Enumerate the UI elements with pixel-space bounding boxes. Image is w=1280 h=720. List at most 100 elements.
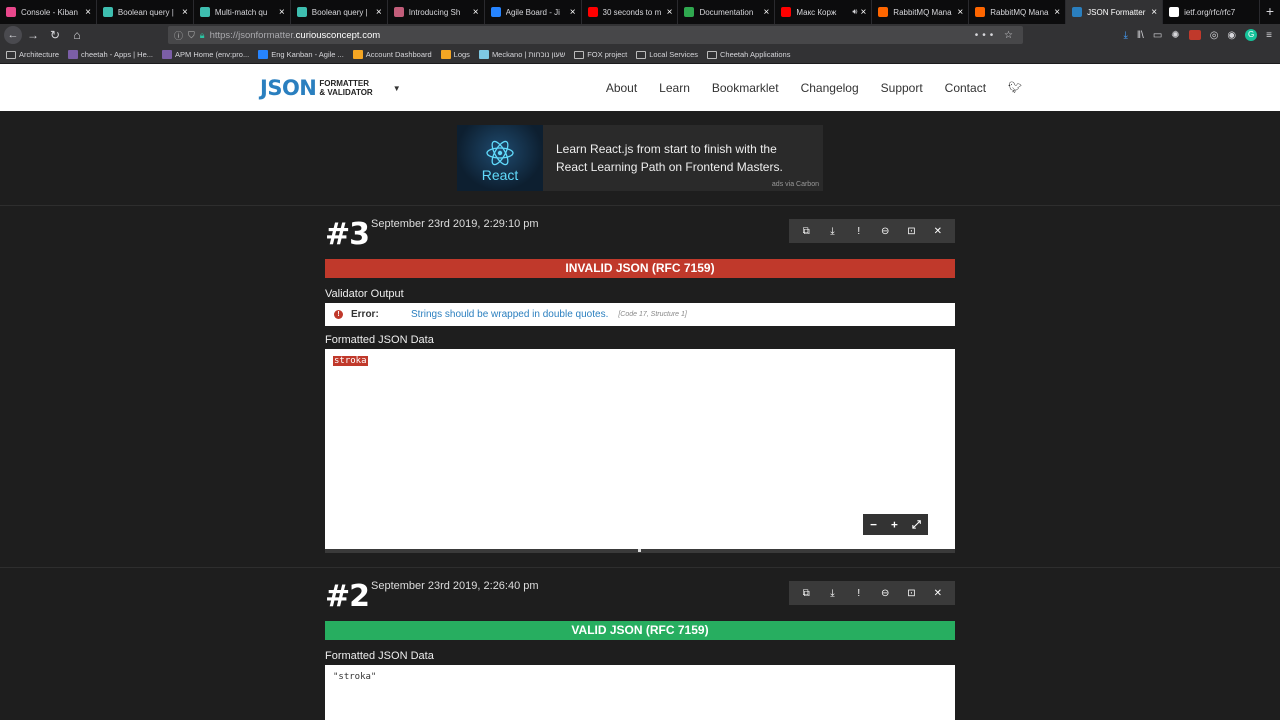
account-icon[interactable]: ◉ xyxy=(1227,30,1236,41)
favicon-icon xyxy=(684,7,695,17)
close-tab-icon[interactable]: × xyxy=(1151,7,1157,18)
close-tab-icon[interactable]: × xyxy=(85,7,91,18)
extension-badge-icon[interactable] xyxy=(1188,30,1201,40)
zoom-out-icon[interactable]: − xyxy=(870,518,877,531)
browser-tab[interactable]: Макс Корж 🔊︎ × xyxy=(775,0,873,24)
zoom-in-icon[interactable]: + xyxy=(891,518,898,531)
extension-icon[interactable]: ✺ xyxy=(1171,30,1179,41)
bookmark-item[interactable]: Architecture xyxy=(6,50,59,59)
bookmark-item[interactable]: Account Dashboard xyxy=(352,50,432,59)
close-icon[interactable]: ✕ xyxy=(929,226,947,237)
download-icon[interactable]: ⤓ xyxy=(1124,30,1128,41)
tab-label: RabbitMQ Mana xyxy=(990,7,1049,17)
speaker-icon[interactable]: 🔊︎ xyxy=(852,7,857,17)
resize-handle[interactable] xyxy=(325,549,955,553)
home-button[interactable]: ⌂ xyxy=(66,28,88,42)
browser-tab[interactable]: RabbitMQ Mana × xyxy=(872,0,970,24)
close-tab-icon[interactable]: × xyxy=(667,7,673,18)
close-tab-icon[interactable]: × xyxy=(764,7,770,18)
entry-date: September 23rd 2019, 2:26:40 pm xyxy=(371,580,539,592)
alert-icon[interactable]: ! xyxy=(850,588,868,599)
bookmark-item[interactable]: Meckano | שעון נוכחות xyxy=(478,50,565,59)
copy-icon[interactable]: ⧉ xyxy=(797,226,815,237)
nav-changelog[interactable]: Changelog xyxy=(801,81,859,95)
close-tab-icon[interactable]: × xyxy=(473,7,479,18)
nav-about[interactable]: About xyxy=(606,81,637,95)
browser-tab[interactable]: ietf.org/rfc/rfc7 xyxy=(1163,0,1260,24)
extension-mask-icon[interactable]: ◎ xyxy=(1210,30,1219,41)
browser-tab[interactable]: Agile Board - Ji × xyxy=(485,0,582,24)
site-logo[interactable]: JSON FORMATTER & VALIDATOR ▼ xyxy=(260,76,401,100)
close-tab-icon[interactable]: × xyxy=(1054,7,1060,18)
browser-tab[interactable]: Boolean query | × xyxy=(97,0,194,24)
bookmark-label: Architecture xyxy=(19,50,60,59)
grammarly-icon[interactable]: G xyxy=(1245,29,1258,41)
bookmark-item[interactable]: Local Services xyxy=(636,50,698,59)
bookmark-favicon-icon xyxy=(162,50,173,59)
url-bar[interactable]: ⓘ ⛉ 🔒︎ https://jsonformatter. curiousconc… xyxy=(168,26,1023,44)
favicon-icon xyxy=(199,7,210,17)
close-tab-icon[interactable]: × xyxy=(182,7,188,18)
nav-learn[interactable]: Learn xyxy=(659,81,690,95)
alert-icon[interactable]: ! xyxy=(850,226,868,237)
carbon-ad[interactable]: React Learn React.js from start to finis… xyxy=(457,125,823,191)
folder-icon xyxy=(636,50,647,59)
url-domain: curiousconcept.com xyxy=(295,29,381,41)
browser-tab[interactable]: RabbitMQ Mana × xyxy=(969,0,1067,24)
download-icon[interactable]: ⤓ xyxy=(823,226,841,237)
tab-label: Agile Board - Ji xyxy=(505,7,560,17)
bookmark-item[interactable]: Logs xyxy=(440,50,470,59)
formatted-json-editor[interactable]: "stroka" xyxy=(325,665,955,720)
chevron-down-icon[interactable]: ▼ xyxy=(393,84,401,93)
fullscreen-icon[interactable]: ⤢ xyxy=(912,518,921,532)
menu-icon[interactable]: ≡ xyxy=(1266,30,1272,41)
new-tab-button[interactable]: + xyxy=(1260,0,1280,24)
react-atom-icon xyxy=(486,140,514,166)
bookmark-item[interactable]: Eng Kanban - Agile ... xyxy=(258,50,344,59)
ad-text[interactable]: Learn React.js from start to finish with… xyxy=(556,140,806,176)
folder-icon xyxy=(6,50,16,59)
browser-tab[interactable]: Multi-match qu × xyxy=(194,0,291,24)
collapse-icon[interactable]: ⊖ xyxy=(876,588,894,599)
expand-icon[interactable]: ⊡ xyxy=(902,226,920,237)
formatted-json-label: Formatted JSON Data xyxy=(325,334,434,346)
bookmark-favicon-icon xyxy=(68,50,79,59)
toolbar-icons: ⤓ ‖\ ▭ ✺ ◎ ◉ G ≡ xyxy=(1124,24,1272,46)
sidebar-icon[interactable]: ▭ xyxy=(1153,30,1162,41)
browser-tab[interactable]: Boolean query | × xyxy=(291,0,388,24)
bookmarks-bar: Architecture cheetah - Apps | He... APM Ho… xyxy=(0,46,1280,64)
library-icon[interactable]: ‖\ xyxy=(1137,30,1144,41)
nav-bookmarklet[interactable]: Bookmarklet xyxy=(712,81,779,95)
expand-icon[interactable]: ⊡ xyxy=(902,588,920,599)
copy-icon[interactable]: ⧉ xyxy=(797,588,815,599)
browser-tab[interactable]: Documentation × xyxy=(678,0,776,24)
browser-tab[interactable]: Console - Kiban × xyxy=(0,0,97,24)
nav-support[interactable]: Support xyxy=(881,81,923,95)
forward-button[interactable]: → xyxy=(22,28,44,42)
formatted-json-editor[interactable]: stroka − + ⤢ xyxy=(325,349,955,549)
twitter-icon[interactable]: 🐦︎ xyxy=(1008,81,1022,94)
nav-contact[interactable]: Contact xyxy=(945,81,986,95)
close-tab-icon[interactable]: × xyxy=(279,7,285,18)
collapse-icon[interactable]: ⊖ xyxy=(876,226,894,237)
browser-tab[interactable]: Introducing Sh × xyxy=(388,0,485,24)
tab-label: Multi-match qu xyxy=(214,7,268,17)
bookmark-item[interactable]: cheetah - Apps | He... xyxy=(68,50,153,59)
bookmark-item[interactable]: FOX project xyxy=(574,50,627,59)
ad-via[interactable]: ads via Carbon xyxy=(772,181,819,188)
reload-button[interactable]: ↻ xyxy=(44,28,66,42)
close-icon[interactable]: ✕ xyxy=(929,588,947,599)
bookmark-item[interactable]: Cheetah Applications xyxy=(707,50,790,59)
browser-tab[interactable]: 30 seconds to m × xyxy=(582,0,679,24)
back-button[interactable]: ← xyxy=(4,26,22,44)
browser-tab[interactable]: JSON Formatter × xyxy=(1066,0,1164,24)
close-tab-icon[interactable]: × xyxy=(376,7,382,18)
error-message[interactable]: Strings should be wrapped in double quot… xyxy=(411,309,608,320)
error-icon: ! xyxy=(334,310,343,319)
close-tab-icon[interactable]: × xyxy=(570,7,576,18)
page-actions-icon[interactable]: ••• ☆ xyxy=(975,30,1017,41)
close-tab-icon[interactable]: × xyxy=(860,7,866,18)
download-icon[interactable]: ⤓ xyxy=(823,588,841,599)
close-tab-icon[interactable]: × xyxy=(957,7,963,18)
bookmark-item[interactable]: APM Home (env:pro... xyxy=(162,50,249,59)
